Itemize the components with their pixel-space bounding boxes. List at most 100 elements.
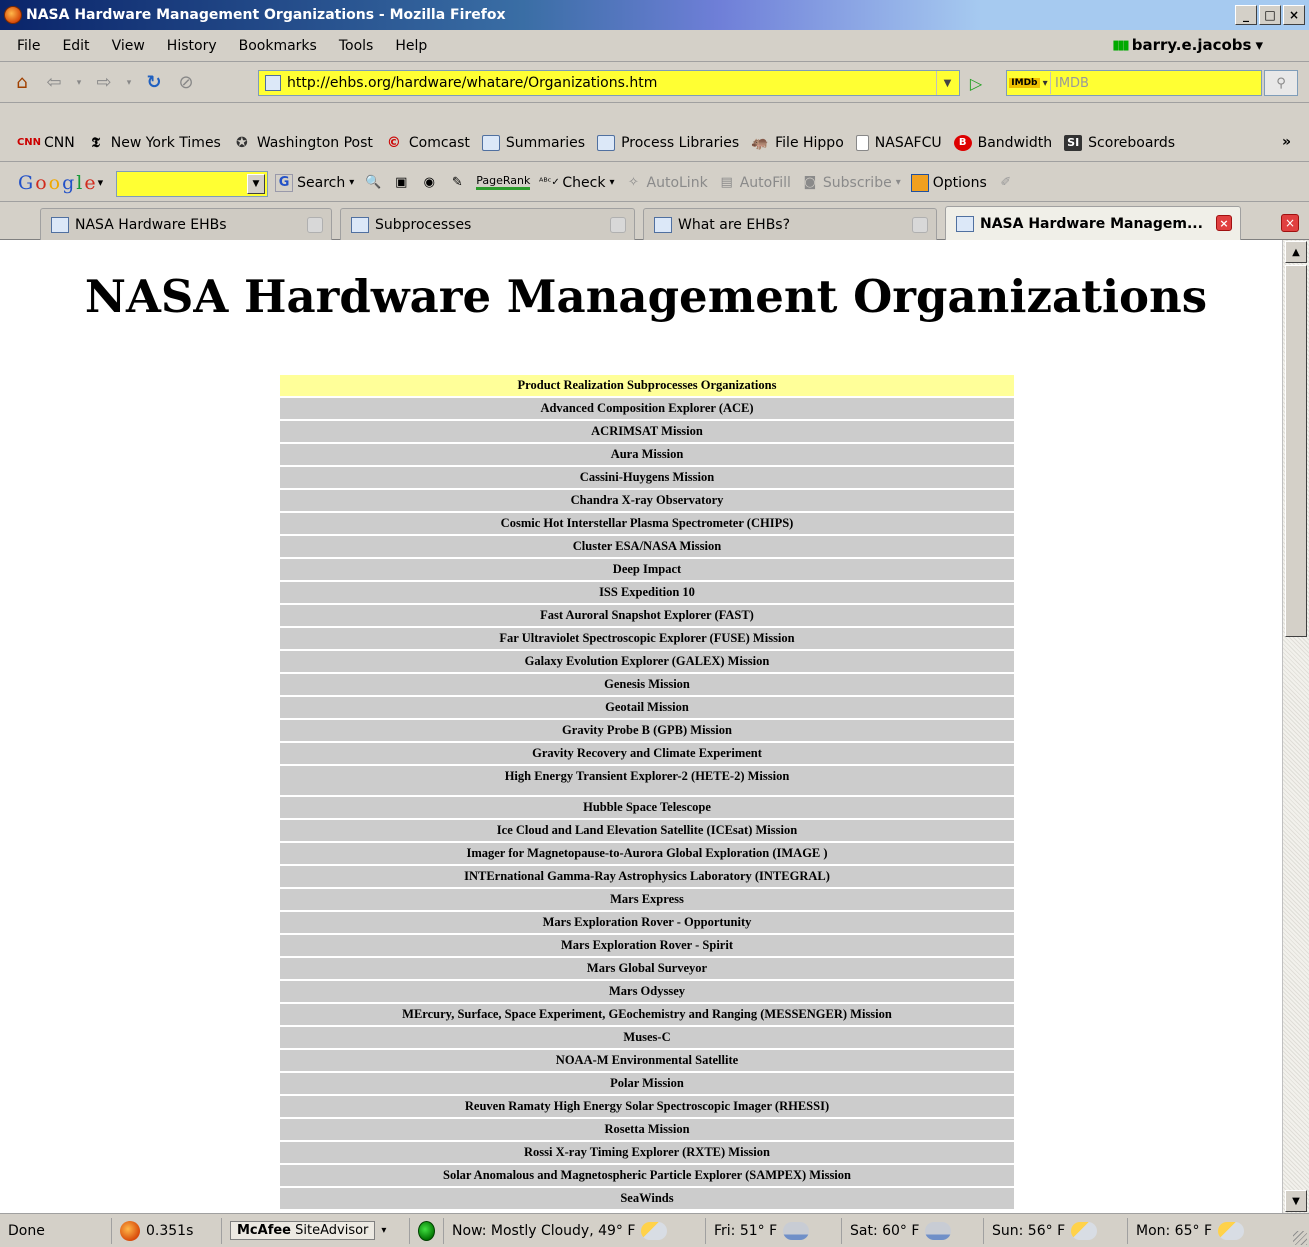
popup-blocker-icon[interactable]: ▣ — [392, 174, 410, 192]
search-engine-selector[interactable]: IMDb ▾ — [1007, 72, 1051, 94]
bookmark-scoreboards[interactable]: SI Scoreboards — [1064, 134, 1175, 151]
scroll-up-button[interactable]: ▲ — [1285, 241, 1307, 263]
tab-nasa-hardware-management[interactable]: NASA Hardware Managem... × — [945, 206, 1241, 240]
status-text: Done — [0, 1217, 112, 1244]
scrollbar-thumb[interactable] — [1285, 265, 1307, 637]
table-row: Fast Auroral Snapshot Explorer (FAST) — [280, 605, 1014, 626]
user-account-menu[interactable]: ▮▮▮ barry.e.jacobs ▾ — [1112, 36, 1263, 54]
autofill-button[interactable]: ▤ AutoFill — [718, 174, 791, 192]
bookmark-nasafcu[interactable]: NASAFCU — [855, 134, 942, 151]
pencil-icon[interactable]: ✐ — [997, 174, 1015, 192]
go-button[interactable]: ▷ — [964, 72, 988, 94]
close-tab-icon[interactable]: × — [1281, 214, 1299, 232]
url-input[interactable]: http://ehbs.org/hardware/whatare/Organiz… — [258, 70, 960, 96]
organization-cell: Geotail Mission — [280, 697, 1014, 718]
window-titlebar[interactable]: NASA Hardware Management Organizations -… — [0, 0, 1309, 30]
table-row: ISS Expedition 10 — [280, 582, 1014, 603]
navigation-toolbar: ⌂ ⇦ ▾ ⇨ ▾ ↻ ⊘ http://ehbs.org/hardware/w… — [0, 63, 1309, 103]
resize-grip[interactable] — [1293, 1231, 1307, 1245]
highlighter-icon[interactable]: ✎ — [448, 174, 466, 192]
forecast-sat[interactable]: Sat: 60° F — [842, 1217, 984, 1244]
search-magnifier-icon[interactable]: ⚲ — [1264, 70, 1298, 96]
back-icon[interactable]: ⇦ — [42, 71, 66, 95]
menu-file[interactable]: File — [8, 36, 49, 56]
signal-bars-icon: ▮▮▮ — [1112, 37, 1130, 53]
site-safety-indicator[interactable] — [410, 1217, 444, 1244]
google-logo[interactable]: Google ▾ — [18, 172, 103, 194]
table-row: Aura Mission — [280, 444, 1014, 465]
organization-cell: Ice Cloud and Land Elevation Satellite (… — [280, 820, 1014, 841]
organization-cell: Hubble Space Telescope — [280, 797, 1014, 818]
bookmark-comcast[interactable]: © Comcast — [385, 135, 470, 151]
spell-check-button[interactable]: ᴬᴮᶜ✓ Check ▾ — [539, 174, 615, 192]
tab-close-icon[interactable] — [610, 217, 626, 233]
bookmark-cnn[interactable]: CNN CNN — [17, 135, 75, 151]
forecast-mon[interactable]: Mon: 65° F — [1128, 1218, 1268, 1244]
bookmark-bandwidth[interactable]: B Bandwidth — [953, 134, 1052, 151]
tab-close-icon[interactable] — [912, 217, 928, 233]
menu-history[interactable]: History — [158, 36, 226, 56]
autolink-button[interactable]: ✧ AutoLink — [625, 174, 708, 192]
close-button[interactable]: × — [1283, 5, 1305, 25]
organization-cell: High Energy Transient Explorer-2 (HETE-2… — [280, 766, 1014, 795]
bookmark-washington-post[interactable]: ✪ Washington Post — [233, 135, 373, 151]
search-input[interactable]: IMDb ▾ IMDB — [1006, 70, 1262, 96]
google-search-button[interactable]: G Search ▾ — [275, 173, 354, 192]
organization-cell: Cluster ESA/NASA Mission — [280, 536, 1014, 557]
google-toolbar: Google ▾ ▼ G Search ▾ 🔍 ▣ ◉ ✎ PageRank ᴬ… — [0, 164, 1309, 202]
google-search-dropdown[interactable]: ▼ — [247, 174, 265, 194]
bookmark-summaries[interactable]: Summaries — [481, 134, 585, 151]
tab-subprocesses[interactable]: Subprocesses — [340, 208, 635, 240]
weather-now[interactable]: Now: Mostly Cloudy, 49° F — [444, 1217, 706, 1244]
options-button[interactable]: Options — [910, 173, 987, 192]
partly-cloudy-icon — [641, 1221, 668, 1240]
news-icon[interactable]: 🔍 — [364, 174, 382, 192]
menu-bookmarks[interactable]: Bookmarks — [230, 36, 326, 56]
vertical-scrollbar[interactable]: ▲ ▼ — [1282, 240, 1309, 1213]
tab-close-icon[interactable]: × — [1216, 215, 1232, 231]
scroll-down-button[interactable]: ▼ — [1285, 1190, 1307, 1212]
menu-edit[interactable]: Edit — [53, 36, 98, 56]
organization-cell: Deep Impact — [280, 559, 1014, 580]
google-g-icon: G — [275, 173, 294, 192]
maximize-button[interactable]: □ — [1259, 5, 1281, 25]
forward-icon[interactable]: ⇨ — [92, 71, 116, 95]
page-icon — [481, 134, 500, 151]
tab-nasa-hardware-ehbs[interactable]: NASA Hardware EHBs — [40, 208, 332, 240]
forecast-sun[interactable]: Sun: 56° F — [984, 1217, 1128, 1244]
stop-icon[interactable]: ⊘ — [174, 71, 198, 95]
url-history-dropdown[interactable]: ▼ — [936, 71, 958, 95]
reload-icon[interactable]: ↻ — [142, 71, 166, 95]
siteadvisor-button[interactable]: McAfee SiteAdvisor ▾ — [222, 1217, 410, 1244]
page-load-timer[interactable]: 0.351s — [112, 1217, 222, 1244]
globe-icon[interactable]: ◉ — [420, 174, 438, 192]
autolink-icon: ✧ — [628, 175, 639, 190]
table-row: Deep Impact — [280, 559, 1014, 580]
bandwidth-icon: B — [953, 134, 972, 151]
tab-close-icon[interactable] — [307, 217, 323, 233]
menu-tools[interactable]: Tools — [330, 36, 383, 56]
organization-cell: INTErnational Gamma-Ray Astrophysics Lab… — [280, 866, 1014, 887]
bookmark-new-york-times[interactable]: 𝕿 New York Times — [87, 135, 220, 151]
table-row: Cluster ESA/NASA Mission — [280, 536, 1014, 557]
window-title: NASA Hardware Management Organizations -… — [26, 7, 506, 23]
organization-cell: Cosmic Hot Interstellar Plasma Spectrome… — [280, 513, 1014, 534]
bookmark-process-libraries[interactable]: Process Libraries — [597, 134, 739, 151]
chevron-down-icon: ▾ — [609, 177, 615, 188]
back-dropdown-icon[interactable]: ▾ — [74, 71, 84, 95]
minimize-button[interactable]: _ — [1235, 5, 1257, 25]
pagerank-indicator[interactable]: PageRank — [476, 175, 531, 190]
organization-cell: Gravity Recovery and Climate Experiment — [280, 743, 1014, 764]
bookmarks-overflow-button[interactable]: » — [1282, 134, 1291, 150]
page-icon — [351, 216, 369, 233]
menu-view[interactable]: View — [103, 36, 154, 56]
menu-help[interactable]: Help — [386, 36, 436, 56]
home-icon[interactable]: ⌂ — [10, 71, 34, 95]
google-search-input[interactable]: ▼ — [116, 171, 268, 197]
forward-dropdown-icon[interactable]: ▾ — [124, 71, 134, 95]
bookmark-file-hippo[interactable]: 🦛 File Hippo — [751, 135, 843, 151]
table-row: Gravity Recovery and Climate Experiment — [280, 743, 1014, 764]
forecast-fri[interactable]: Fri: 51° F — [706, 1217, 842, 1244]
tab-what-are-ehbs[interactable]: What are EHBs? — [643, 208, 937, 240]
subscribe-button[interactable]: ◙ Subscribe ▾ — [801, 174, 901, 192]
